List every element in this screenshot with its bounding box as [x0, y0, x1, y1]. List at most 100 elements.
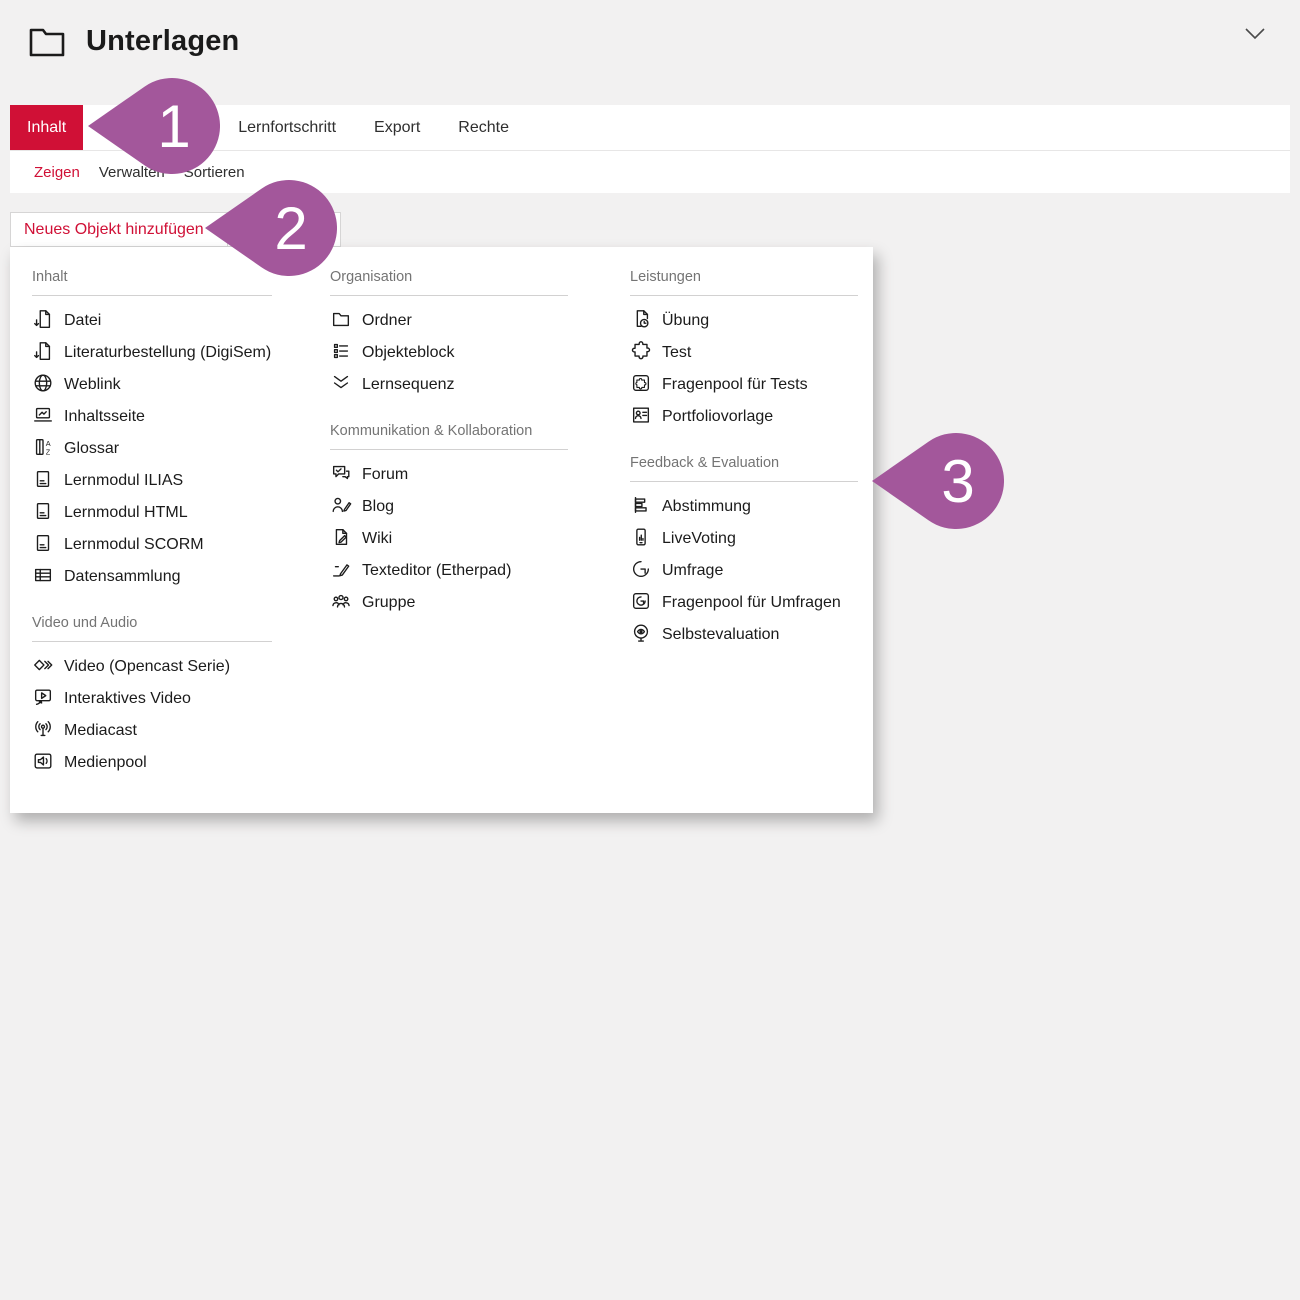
tab-lernfortschritt[interactable]: Lernfortschritt: [221, 105, 353, 150]
survey-icon: [630, 558, 652, 580]
menu-item-inhaltsseite[interactable]: Inhaltsseite: [32, 401, 272, 433]
menu-item-label: LiveVoting: [662, 530, 736, 547]
menu-item-texteditor-etherpad[interactable]: Texteditor (Etherpad): [330, 555, 568, 587]
menu-item-label: Lernmodul ILIAS: [64, 472, 183, 489]
blog-icon: [330, 494, 352, 516]
menu-item-gruppe[interactable]: Gruppe: [330, 587, 568, 619]
subtab-sortieren[interactable]: Sortieren: [184, 164, 245, 181]
menu-item-label: Objekteblock: [362, 344, 455, 361]
menu-item-lernsequenz[interactable]: Lernsequenz: [330, 369, 568, 401]
menu-item-literaturbestellung-digisem[interactable]: Literaturbestellung (DigiSem): [32, 337, 272, 369]
menu-column-1: InhaltDateiLiteraturbestellung (DigiSem)…: [32, 247, 272, 779]
menu-item-umfrage[interactable]: Umfrage: [630, 555, 858, 587]
add-new-object-button[interactable]: Neues Objekt hinzufügen: [10, 212, 242, 247]
test-puzzle-icon: [630, 340, 652, 362]
menu-list: Datei Literaturbestellung (DigiSem) Weblin…: [32, 296, 272, 593]
menu-list: Ordner Objekteblock Lernsequenz: [330, 296, 568, 401]
subtab-verwalten[interactable]: Verwalten: [99, 164, 165, 181]
group-icon: [330, 590, 352, 612]
menu-column-2: OrganisationOrdnerObjekteblockLernsequen…: [330, 247, 568, 619]
tab-rechte[interactable]: Rechte: [441, 105, 526, 150]
menu-section-title-feedback-evaluation: Feedback & Evaluation: [630, 433, 858, 472]
menu-section-title-kommunikation-kollaboration: Kommunikation & Kollaboration: [330, 401, 568, 440]
subtab-bar: Zeigen Verwalten Sortieren: [10, 150, 1290, 193]
subtab-zeigen[interactable]: Zeigen: [34, 164, 80, 181]
menu-item-test[interactable]: Test: [630, 337, 858, 369]
menu-item-datei[interactable]: Datei: [32, 305, 272, 337]
menu-item-abstimmung[interactable]: Abstimmung: [630, 491, 858, 523]
exercise-icon: [630, 308, 652, 330]
page-header: Unterlagen: [28, 24, 239, 58]
menu-item-forum[interactable]: Forum: [330, 459, 568, 491]
menu-item-blog[interactable]: Blog: [330, 491, 568, 523]
menu-item-ubung[interactable]: Übung: [630, 305, 858, 337]
question-pool-survey-icon: [630, 590, 652, 612]
folder-icon: [28, 24, 66, 58]
menu-item-objekteblock[interactable]: Objekteblock: [330, 337, 568, 369]
add-object-menu: InhaltDateiLiteraturbestellung (DigiSem)…: [10, 247, 873, 813]
menu-section-title-leistungen: Leistungen: [630, 247, 858, 286]
menu-section-title-video-und-audio: Video und Audio: [32, 593, 272, 632]
menu-item-label: Lernmodul HTML: [64, 504, 188, 521]
question-pool-test-icon: [630, 372, 652, 394]
menu-item-label: Selbstevaluation: [662, 626, 779, 643]
poll-bars-icon: [630, 494, 652, 516]
menu-item-label: Fragenpool für Tests: [662, 376, 808, 393]
menu-item-label: Lernsequenz: [362, 376, 455, 393]
wiki-icon: [330, 526, 352, 548]
menu-item-label: Lernmodul SCORM: [64, 536, 204, 553]
menu-item-ordner[interactable]: Ordner: [330, 305, 568, 337]
obscured-toolbar-button[interactable]: [227, 212, 341, 247]
menu-item-label: Datei: [64, 312, 101, 329]
chevron-down-icon: [213, 225, 228, 234]
menu-item-wiki[interactable]: Wiki: [330, 523, 568, 555]
menu-list: Forum BlogWikiTexteditor (Etherpad)Gruppe: [330, 450, 568, 619]
menu-item-datensammlung[interactable]: Datensammlung: [32, 561, 272, 593]
menu-item-lernmodul-ilias[interactable]: Lernmodul ILIAS: [32, 465, 272, 497]
menu-item-glossar[interactable]: AZGlossar: [32, 433, 272, 465]
object-block-icon: [330, 340, 352, 362]
menu-item-weblink[interactable]: Weblink: [32, 369, 272, 401]
globe-icon: [32, 372, 54, 394]
menu-item-label: Ordner: [362, 312, 412, 329]
data-table-icon: [32, 564, 54, 586]
menu-list: Übung Test Fragenpool für Tests Portfoliovo…: [630, 296, 858, 433]
menu-item-interaktives-video[interactable]: Interaktives Video: [32, 683, 272, 715]
folder-icon: [330, 308, 352, 330]
forum-icon: [330, 462, 352, 484]
menu-item-lernmodul-scorm[interactable]: Lernmodul SCORM: [32, 529, 272, 561]
tab-einstellungen[interactable]: Einstellungen: [87, 105, 217, 150]
menu-item-label: Umfrage: [662, 562, 723, 579]
menu-item-label: Interaktives Video: [64, 690, 191, 707]
menu-item-medienpool[interactable]: Medienpool: [32, 747, 272, 779]
menu-item-label: Weblink: [64, 376, 121, 393]
page-title: Unterlagen: [86, 25, 239, 58]
live-voting-icon: [630, 526, 652, 548]
menu-item-mediacast[interactable]: Mediacast: [32, 715, 272, 747]
add-new-object-label: Neues Objekt hinzufügen: [24, 221, 204, 239]
menu-item-label: Abstimmung: [662, 498, 751, 515]
menu-item-label: Glossar: [64, 440, 119, 457]
menu-item-label: Übung: [662, 312, 709, 329]
menu-item-selbstevaluation[interactable]: Selbstevaluation: [630, 619, 858, 651]
learning-sequence-icon: [330, 372, 352, 394]
learning-module-icon: [32, 532, 54, 554]
chevron-down-icon[interactable]: [1244, 26, 1266, 44]
menu-item-label: Forum: [362, 466, 408, 483]
menu-item-video-opencast-serie[interactable]: Video (Opencast Serie): [32, 651, 272, 683]
menu-item-label: Mediacast: [64, 722, 137, 739]
learning-module-icon: [32, 500, 54, 522]
self-evaluation-icon: [630, 622, 652, 644]
menu-item-fragenpool-fur-tests[interactable]: Fragenpool für Tests: [630, 369, 858, 401]
menu-item-label: Datensammlung: [64, 568, 181, 585]
portfolio-template-icon: [630, 404, 652, 426]
tab-export[interactable]: Export: [357, 105, 437, 150]
menu-item-portfoliovorlage[interactable]: Portfoliovorlage: [630, 401, 858, 433]
menu-item-fragenpool-fur-umfragen[interactable]: Fragenpool für Umfragen: [630, 587, 858, 619]
callout-3-number: 3: [941, 448, 974, 515]
menu-item-lernmodul-html[interactable]: Lernmodul HTML: [32, 497, 272, 529]
menu-item-label: Video (Opencast Serie): [64, 658, 230, 675]
svg-text:Z: Z: [46, 447, 51, 456]
tab-inhalt[interactable]: Inhalt: [10, 105, 83, 150]
menu-item-livevoting[interactable]: LiveVoting: [630, 523, 858, 555]
